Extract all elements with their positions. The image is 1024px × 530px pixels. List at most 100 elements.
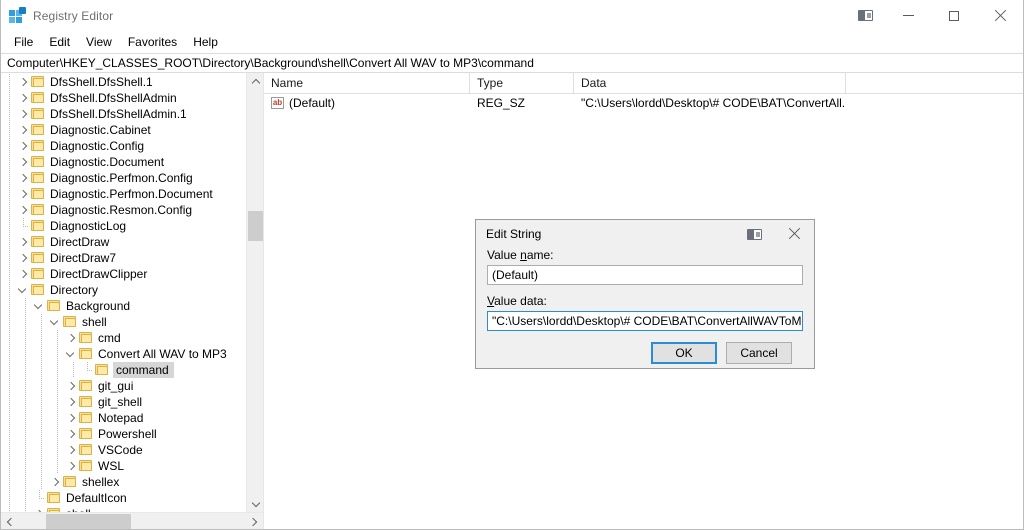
vertical-scroll-thumb[interactable] — [248, 211, 263, 241]
tree-node[interactable]: cmd — [1, 330, 246, 346]
menu-favorites[interactable]: Favorites — [120, 33, 185, 51]
registry-tree[interactable]: DfsShell.DfsShell.1 DfsShell.DfsShellAdmi… — [1, 73, 246, 512]
tree-node[interactable]: Convert All WAV to MP3 — [1, 346, 246, 362]
scroll-up-button[interactable] — [247, 73, 263, 90]
tree-indent — [1, 442, 63, 458]
horizontal-scroll-thumb[interactable] — [46, 514, 131, 529]
scroll-right-button[interactable] — [246, 513, 263, 530]
dock-icon[interactable] — [845, 0, 885, 31]
table-row[interactable]: ab (Default) REG_SZ "C:\Users\lordd\Desktop… — [264, 94, 1023, 112]
dialog-close-button[interactable] — [774, 220, 814, 248]
menu-file[interactable]: File — [6, 33, 41, 51]
folder-icon — [63, 476, 77, 488]
chevron-right-icon[interactable] — [63, 410, 79, 426]
chevron-right-icon[interactable] — [15, 250, 31, 266]
chevron-right-icon[interactable] — [15, 170, 31, 186]
tree-indent — [1, 234, 15, 250]
chevron-right-icon[interactable] — [15, 90, 31, 106]
chevron-right-icon[interactable] — [63, 330, 79, 346]
tree-node[interactable]: DfsShell.DfsShell.1 — [1, 74, 246, 90]
chevron-right-icon[interactable] — [63, 442, 79, 458]
chevron-down-icon[interactable] — [15, 282, 31, 298]
chevron-right-icon[interactable] — [15, 122, 31, 138]
tree-node-label: Directory — [50, 283, 99, 297]
tree-node[interactable]: DirectDraw7 — [1, 250, 246, 266]
chevron-right-icon[interactable] — [15, 234, 31, 250]
tree-node[interactable]: Diagnostic.Perfmon.Document — [1, 186, 246, 202]
chevron-right-icon[interactable] — [15, 138, 31, 154]
tree-node[interactable]: shell — [1, 314, 246, 330]
minimize-button[interactable] — [885, 0, 931, 31]
value-name-input[interactable]: (Default) — [487, 265, 803, 285]
ok-button[interactable]: OK — [651, 342, 717, 364]
tree-node[interactable]: Diagnostic.Config — [1, 138, 246, 154]
chevron-down-icon[interactable] — [63, 346, 79, 362]
tree-node[interactable]: Diagnostic.Resmon.Config — [1, 202, 246, 218]
value-data-input[interactable]: "C:\Users\lordd\Desktop\# CODE\BAT\Conve… — [487, 311, 803, 331]
tree-node[interactable]: shellex — [1, 474, 246, 490]
cancel-button[interactable]: Cancel — [726, 342, 792, 364]
folder-icon — [31, 268, 45, 280]
list-header: Name Type Data — [264, 73, 1023, 94]
column-header-name[interactable]: Name — [264, 73, 470, 93]
close-button[interactable] — [977, 0, 1023, 31]
tree-indent — [1, 154, 15, 170]
tree-node[interactable]: DefaultIcon — [1, 490, 246, 506]
tree-node[interactable]: Background — [1, 298, 246, 314]
tree-node[interactable]: Notepad — [1, 410, 246, 426]
dock-icon[interactable] — [734, 220, 774, 248]
tree-node[interactable]: git_shell — [1, 394, 246, 410]
chevron-down-icon[interactable] — [47, 314, 63, 330]
tree-node[interactable]: Diagnostic.Perfmon.Config — [1, 170, 246, 186]
chevron-right-icon[interactable] — [15, 74, 31, 90]
string-value-icon: ab — [271, 97, 284, 109]
tree-node-label: Diagnostic.Perfmon.Document — [50, 187, 213, 201]
chevron-right-icon[interactable] — [63, 426, 79, 442]
tree-indent — [1, 490, 31, 506]
folder-icon — [31, 108, 45, 120]
chevron-right-icon[interactable] — [15, 154, 31, 170]
maximize-button[interactable] — [931, 0, 977, 31]
tree-node[interactable]: DfsShell.DfsShellAdmin — [1, 90, 246, 106]
chevron-right-icon[interactable] — [15, 106, 31, 122]
chevron-down-icon[interactable] — [31, 298, 47, 314]
tree-indent — [1, 474, 47, 490]
tree-node[interactable]: command — [1, 362, 246, 378]
folder-icon — [79, 332, 93, 344]
tree-horizontal-scrollbar[interactable] — [1, 512, 263, 529]
tree-node[interactable]: git_gui — [1, 378, 246, 394]
tree-node[interactable]: WSL — [1, 458, 246, 474]
menu-edit[interactable]: Edit — [41, 33, 78, 51]
tree-node[interactable]: DiagnosticLog — [1, 218, 246, 234]
tree-node[interactable]: Directory — [1, 282, 246, 298]
cell-type: REG_SZ — [477, 96, 526, 110]
menu-view[interactable]: View — [78, 33, 120, 51]
scroll-left-button[interactable] — [1, 513, 18, 530]
address-bar[interactable]: Computer\HKEY_CLASSES_ROOT\Directory\Bac… — [1, 53, 1023, 73]
column-header-data[interactable]: Data — [574, 73, 846, 93]
tree-node-label: DfsShell.DfsShell.1 — [50, 75, 153, 89]
registry-editor-icon — [9, 6, 26, 24]
tree-node[interactable]: VSCode — [1, 442, 246, 458]
tree-vertical-scrollbar[interactable] — [246, 73, 263, 512]
menu-help[interactable]: Help — [185, 33, 226, 51]
tree-node[interactable]: DirectDraw — [1, 234, 246, 250]
tree-node[interactable]: Diagnostic.Document — [1, 154, 246, 170]
tree-indent — [1, 282, 15, 298]
chevron-right-icon[interactable] — [15, 266, 31, 282]
tree-node[interactable]: Diagnostic.Cabinet — [1, 122, 246, 138]
tree-node-label: DiagnosticLog — [50, 219, 127, 233]
tree-node[interactable]: DfsShell.DfsShellAdmin.1 — [1, 106, 246, 122]
column-header-type[interactable]: Type — [470, 73, 574, 93]
chevron-right-icon[interactable] — [15, 186, 31, 202]
chevron-right-icon[interactable] — [47, 474, 63, 490]
chevron-right-icon[interactable] — [63, 378, 79, 394]
chevron-right-icon[interactable] — [63, 458, 79, 474]
tree-indent — [1, 106, 15, 122]
scroll-down-button[interactable] — [247, 495, 263, 512]
folder-icon — [79, 444, 93, 456]
tree-node[interactable]: Powershell — [1, 426, 246, 442]
tree-node[interactable]: DirectDrawClipper — [1, 266, 246, 282]
chevron-right-icon[interactable] — [15, 202, 31, 218]
chevron-right-icon[interactable] — [63, 394, 79, 410]
